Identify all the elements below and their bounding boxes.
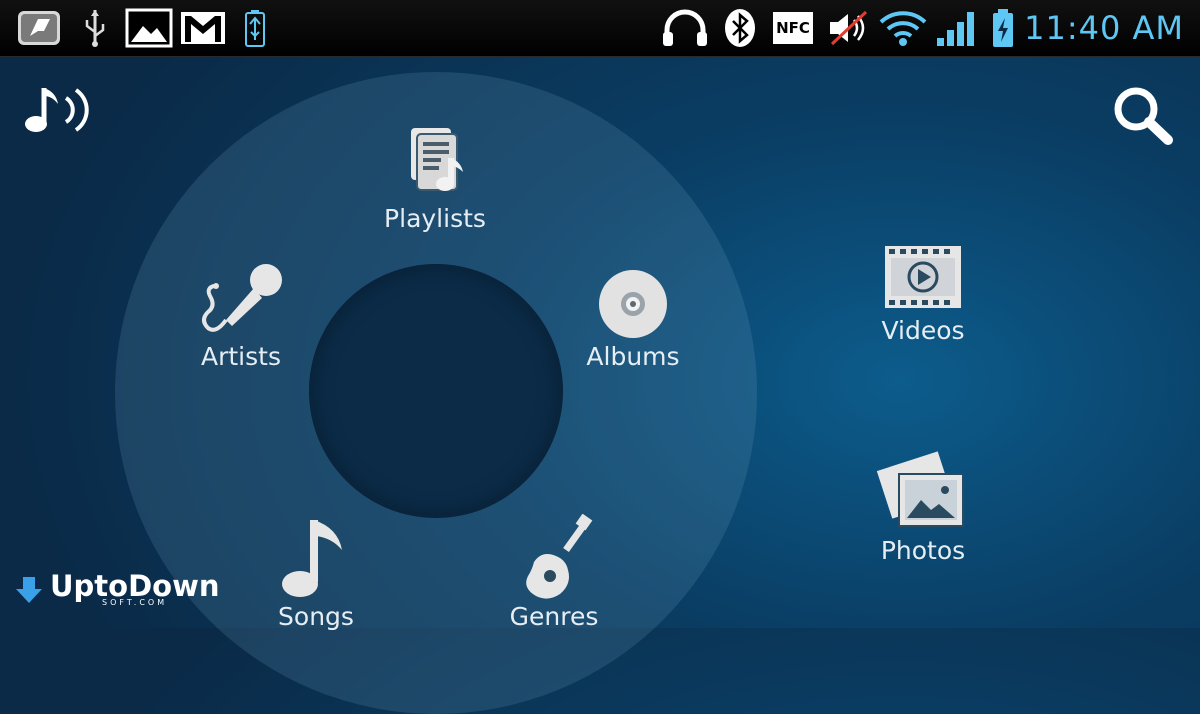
nfc-icon: NFC (772, 8, 814, 48)
photos-label: Photos (880, 536, 966, 565)
photos-button[interactable]: Photos (862, 446, 984, 565)
playlist-icon (360, 124, 510, 204)
playlists-label: Playlists (384, 204, 486, 233)
uptodown-logo: UptoDown SOFT.COM (12, 572, 220, 607)
albums-button[interactable]: Albums (568, 266, 698, 371)
app-notification-icon (14, 8, 64, 48)
guitar-icon (494, 513, 614, 602)
image-icon (124, 8, 174, 48)
artists-label: Artists (201, 342, 281, 371)
status-bar: NFC 11:40 AM (0, 0, 1200, 57)
videos-button[interactable]: Videos (862, 244, 984, 345)
genres-label: Genres (509, 602, 599, 631)
album-disc-icon (568, 266, 698, 342)
music-wheel-center[interactable] (309, 264, 563, 518)
videos-label: Videos (881, 316, 965, 345)
battery-icon (988, 8, 1018, 48)
photos-icon (862, 446, 984, 536)
usb-icon (80, 8, 110, 48)
mute-icon (826, 8, 870, 48)
headphones-icon (660, 8, 710, 48)
signal-icon (934, 8, 980, 48)
search-icon[interactable] (1112, 86, 1176, 146)
bluetooth-icon (720, 8, 760, 48)
genres-button[interactable]: Genres (494, 513, 614, 631)
playlists-button[interactable]: Playlists (360, 124, 510, 233)
artists-button[interactable]: Artists (176, 258, 306, 371)
songs-button[interactable]: Songs (256, 514, 376, 631)
music-note-icon (256, 514, 376, 602)
video-film-icon (862, 244, 984, 316)
gmail-icon (178, 8, 228, 48)
microphone-icon (176, 258, 306, 342)
download-arrow-icon (16, 576, 42, 603)
battery-charging-icon (240, 8, 270, 48)
status-clock: 11:40 AM (1024, 9, 1184, 47)
nfc-label: NFC (773, 12, 813, 44)
wifi-icon (878, 8, 928, 48)
albums-label: Albums (586, 342, 680, 371)
songs-label: Songs (278, 602, 354, 631)
music-app-icon[interactable] (22, 82, 98, 138)
watermark-brand: UptoDown (50, 569, 220, 603)
